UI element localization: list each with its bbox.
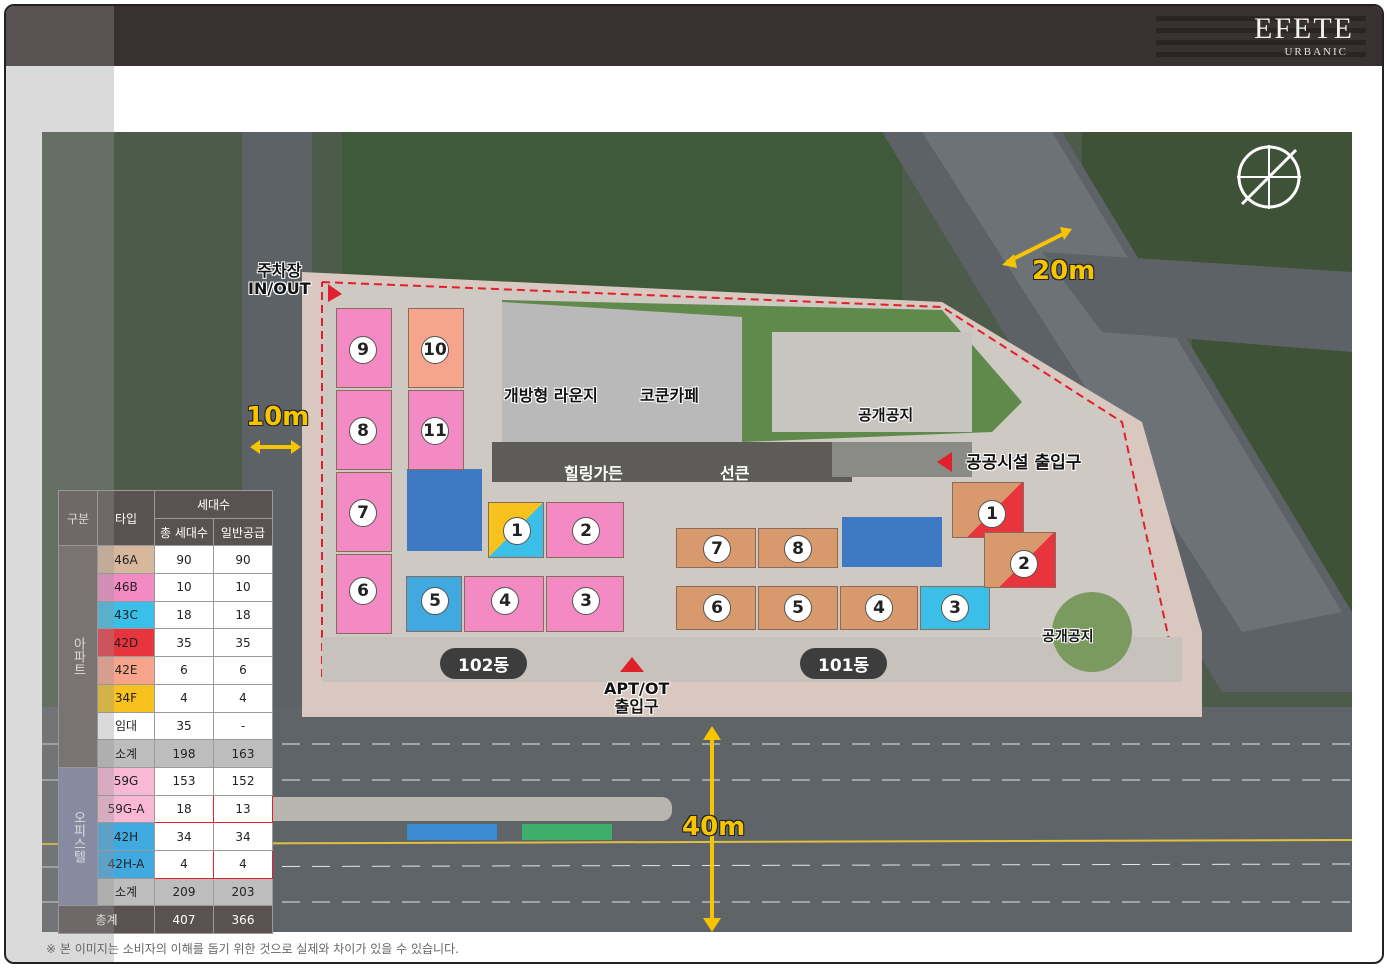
open-lounge-label: 개방형 라운지 [504, 386, 598, 405]
table-header-total: 총 세대수 [154, 517, 214, 547]
unit-number: 10 [421, 336, 449, 364]
unit-number: 7 [349, 499, 377, 527]
footnote: ※ 본 이미지는 소비자의 이해를 돕기 위한 것으로 실제와 차이가 있을 수… [46, 942, 459, 956]
apt-ot-entrance-label-line2: 출입구 [614, 697, 659, 716]
parking-entrance-label-line2: IN/OUT [248, 279, 311, 298]
general-cell: 10 [213, 573, 273, 602]
total-cell: 4 [154, 683, 214, 713]
unit-number: 2 [572, 517, 600, 545]
general-cell: 6 [213, 656, 273, 685]
unit-number: 4 [865, 594, 893, 622]
total-cell: 153 [154, 766, 214, 796]
road-width-10m: 10m [246, 402, 310, 432]
brand-logo: EFETE [1254, 12, 1354, 45]
total-cell: 6 [154, 656, 214, 685]
parking-entrance-label-line1: 주차장 [257, 261, 302, 280]
building-102-label: 102동 [440, 648, 528, 679]
general-cell: 35 [213, 628, 273, 658]
total-cell: 18 [154, 794, 214, 824]
grand-total-general: 366 [213, 905, 273, 934]
apt-ot-entrance-label: APT/OT 출입구 [604, 680, 669, 716]
public-space-label: 공개공지 [858, 406, 914, 424]
general-cell: - [213, 711, 273, 741]
table-header-households: 세대수 [154, 490, 273, 519]
public-facility-entrance-label: 공공시설 출입구 [966, 453, 1082, 473]
subtotal-general: 163 [213, 739, 273, 768]
general-cell: 18 [213, 600, 273, 630]
unit-number: 1 [503, 517, 531, 545]
unit-number: 5 [784, 594, 812, 622]
unit-number: 11 [421, 417, 449, 445]
total-cell: 34 [154, 822, 214, 851]
grand-total-total: 407 [154, 905, 214, 934]
general-cell: 152 [213, 766, 273, 796]
unit-number: 5 [421, 587, 449, 615]
unit-number: 6 [703, 594, 731, 622]
road-width-20m: 20m [1032, 256, 1096, 286]
healing-garden-label: 힐링가든 [564, 464, 623, 483]
subtotal-general: 203 [213, 877, 273, 907]
header-bar: EFETE URBANIC [6, 6, 1382, 66]
general-cell: 4 [213, 849, 273, 879]
unit-number: 8 [784, 535, 812, 563]
total-cell: 35 [154, 711, 214, 741]
total-cell: 18 [154, 600, 214, 630]
public-space-label: 공개공지 [1042, 629, 1094, 645]
unit-number: 3 [572, 587, 600, 615]
total-cell: 10 [154, 573, 214, 602]
subtotal-total: 209 [154, 877, 214, 907]
unit-number: 3 [941, 594, 969, 622]
unit-number: 6 [349, 577, 377, 605]
kokun-cafe-label: 코쿤카페 [640, 386, 699, 405]
apt-ot-entrance-label-line1: APT/OT [604, 679, 670, 698]
unit-number: 2 [1010, 550, 1038, 578]
brand-subtitle: URBANIC [1284, 46, 1348, 58]
general-cell: 4 [213, 683, 273, 713]
unit-number: 1 [978, 500, 1006, 528]
sunken-label: 선큰 [720, 464, 750, 483]
unit-number: 9 [349, 336, 377, 364]
table-header-general: 일반공급 [213, 517, 273, 547]
general-cell: 13 [213, 794, 273, 824]
total-cell: 90 [154, 545, 214, 575]
left-overlay [6, 6, 114, 962]
general-cell: 34 [213, 822, 273, 851]
parking-entrance-label: 주차장 IN/OUT [248, 262, 311, 298]
total-cell: 35 [154, 628, 214, 658]
unit-number: 7 [703, 535, 731, 563]
unit-number: 8 [349, 417, 377, 445]
subtotal-total: 198 [154, 739, 214, 768]
unit-number: 4 [491, 587, 519, 615]
page-frame: EFETE URBANIC 9 10 8 11 7 6 1 2 5 4 3 7 … [4, 4, 1384, 964]
total-cell: 4 [154, 849, 214, 879]
general-cell: 90 [213, 545, 273, 575]
building-101-label: 101동 [800, 648, 888, 679]
road-width-40m: 40m [682, 812, 746, 842]
